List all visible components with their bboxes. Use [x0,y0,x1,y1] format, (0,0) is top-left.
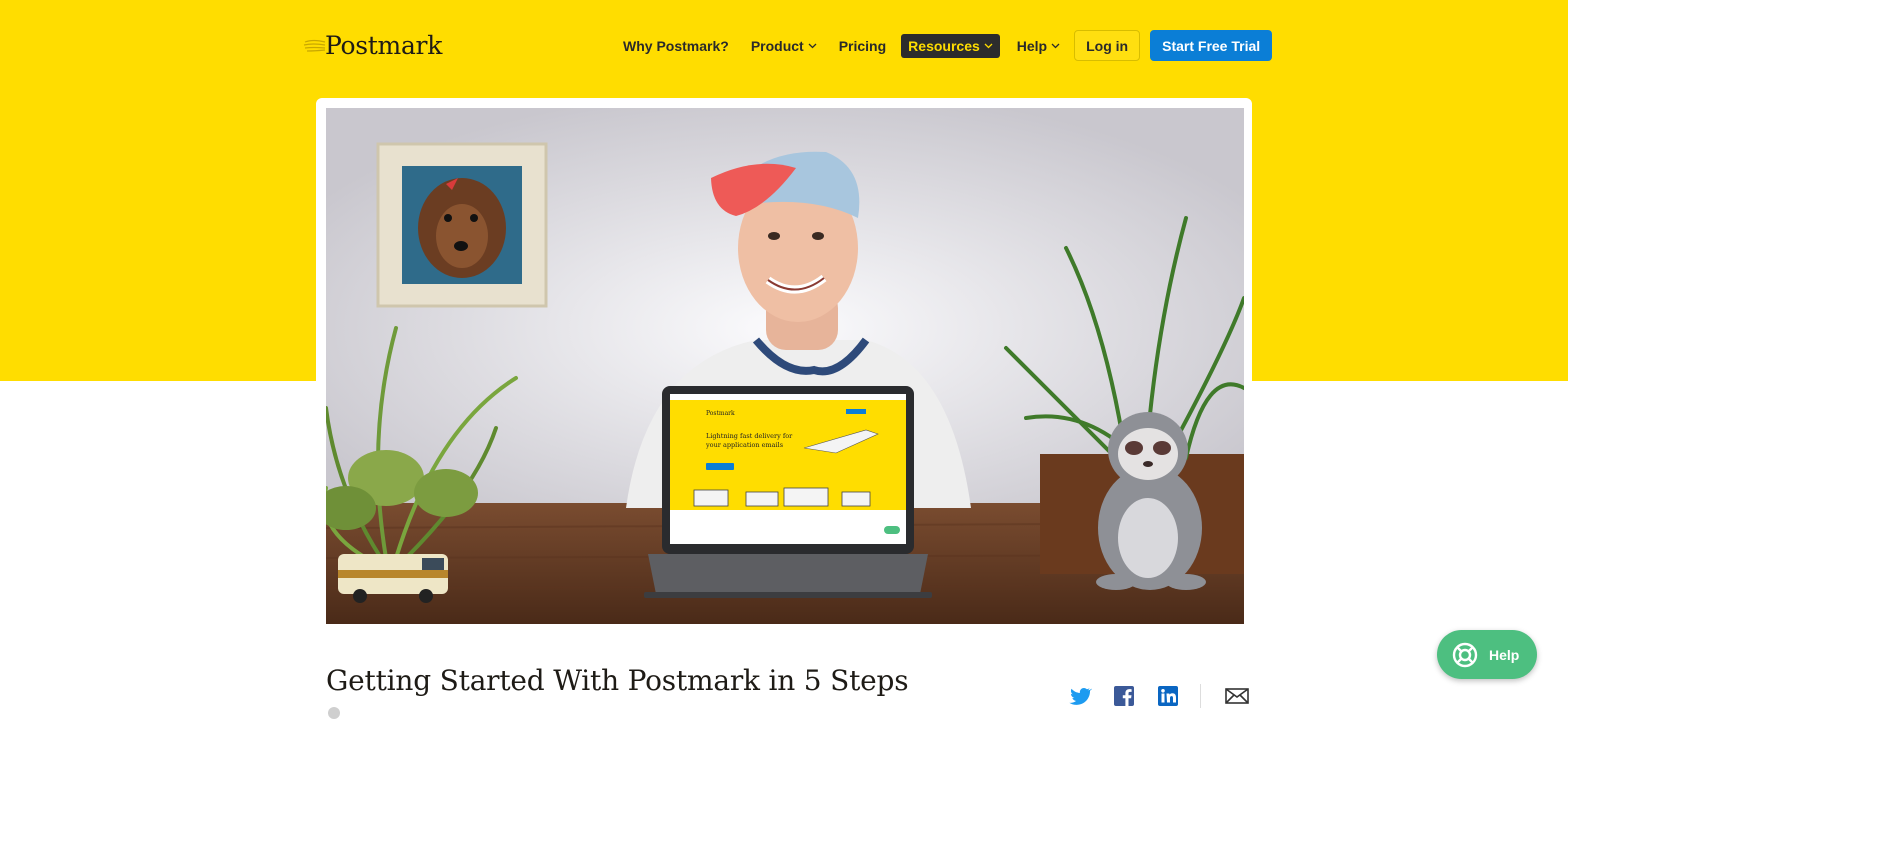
nav-pricing-label: Pricing [838,37,887,54]
laptop-screen-headline-1: Lightning fast delivery for [706,432,793,440]
nav-help-label: Help [1016,37,1048,54]
nav-product[interactable]: Product [740,34,828,58]
logo-text: Postmark [325,30,443,60]
intro-video[interactable]: Postmark Lightning fast delivery for you… [326,108,1244,624]
laptop: Postmark Lightning fast delivery for you… [644,386,932,598]
share-links [1068,684,1269,708]
nav-product-label: Product [750,37,804,54]
dog-portrait-frame [376,142,548,308]
nav-pricing[interactable]: Pricing [828,34,897,58]
video-frame-illustration: Postmark Lightning fast delivery for you… [326,108,1244,624]
twitter-icon[interactable] [1068,684,1093,708]
nav-help[interactable]: Help [1006,34,1071,58]
nav-why-postmark-label: Why Postmark? [623,37,729,54]
nav-why-postmark[interactable]: Why Postmark? [612,34,740,58]
postmark-logo[interactable]: Postmark [303,28,442,62]
chevron-down-icon [984,43,993,48]
laptop-screen-headline-2: your application emails [705,441,783,449]
chevron-down-icon [808,43,817,48]
laptop-screen-logo: Postmark [706,410,735,417]
start-free-trial-button[interactable]: Start Free Trial [1150,30,1273,61]
author-avatar [328,707,340,719]
linkedin-icon[interactable] [1156,684,1180,708]
facebook-icon[interactable] [1112,684,1136,708]
help-widget-button[interactable]: Help [1437,630,1537,679]
share-divider [1200,684,1201,708]
help-widget-label: Help [1489,646,1520,663]
email-icon[interactable] [1225,684,1249,708]
post-title: Getting Started With Postmark in 5 Steps [326,664,909,697]
chevron-down-icon [1051,43,1060,48]
nav-resources-label: Resources [908,37,980,54]
lifebuoy-icon [1452,642,1478,667]
main-nav: Why Postmark? Product Pricing Resources … [612,30,1273,61]
logo-speed-lines-icon [303,39,326,52]
login-button[interactable]: Log in [1074,30,1141,61]
nav-resources[interactable]: Resources [901,33,1000,58]
